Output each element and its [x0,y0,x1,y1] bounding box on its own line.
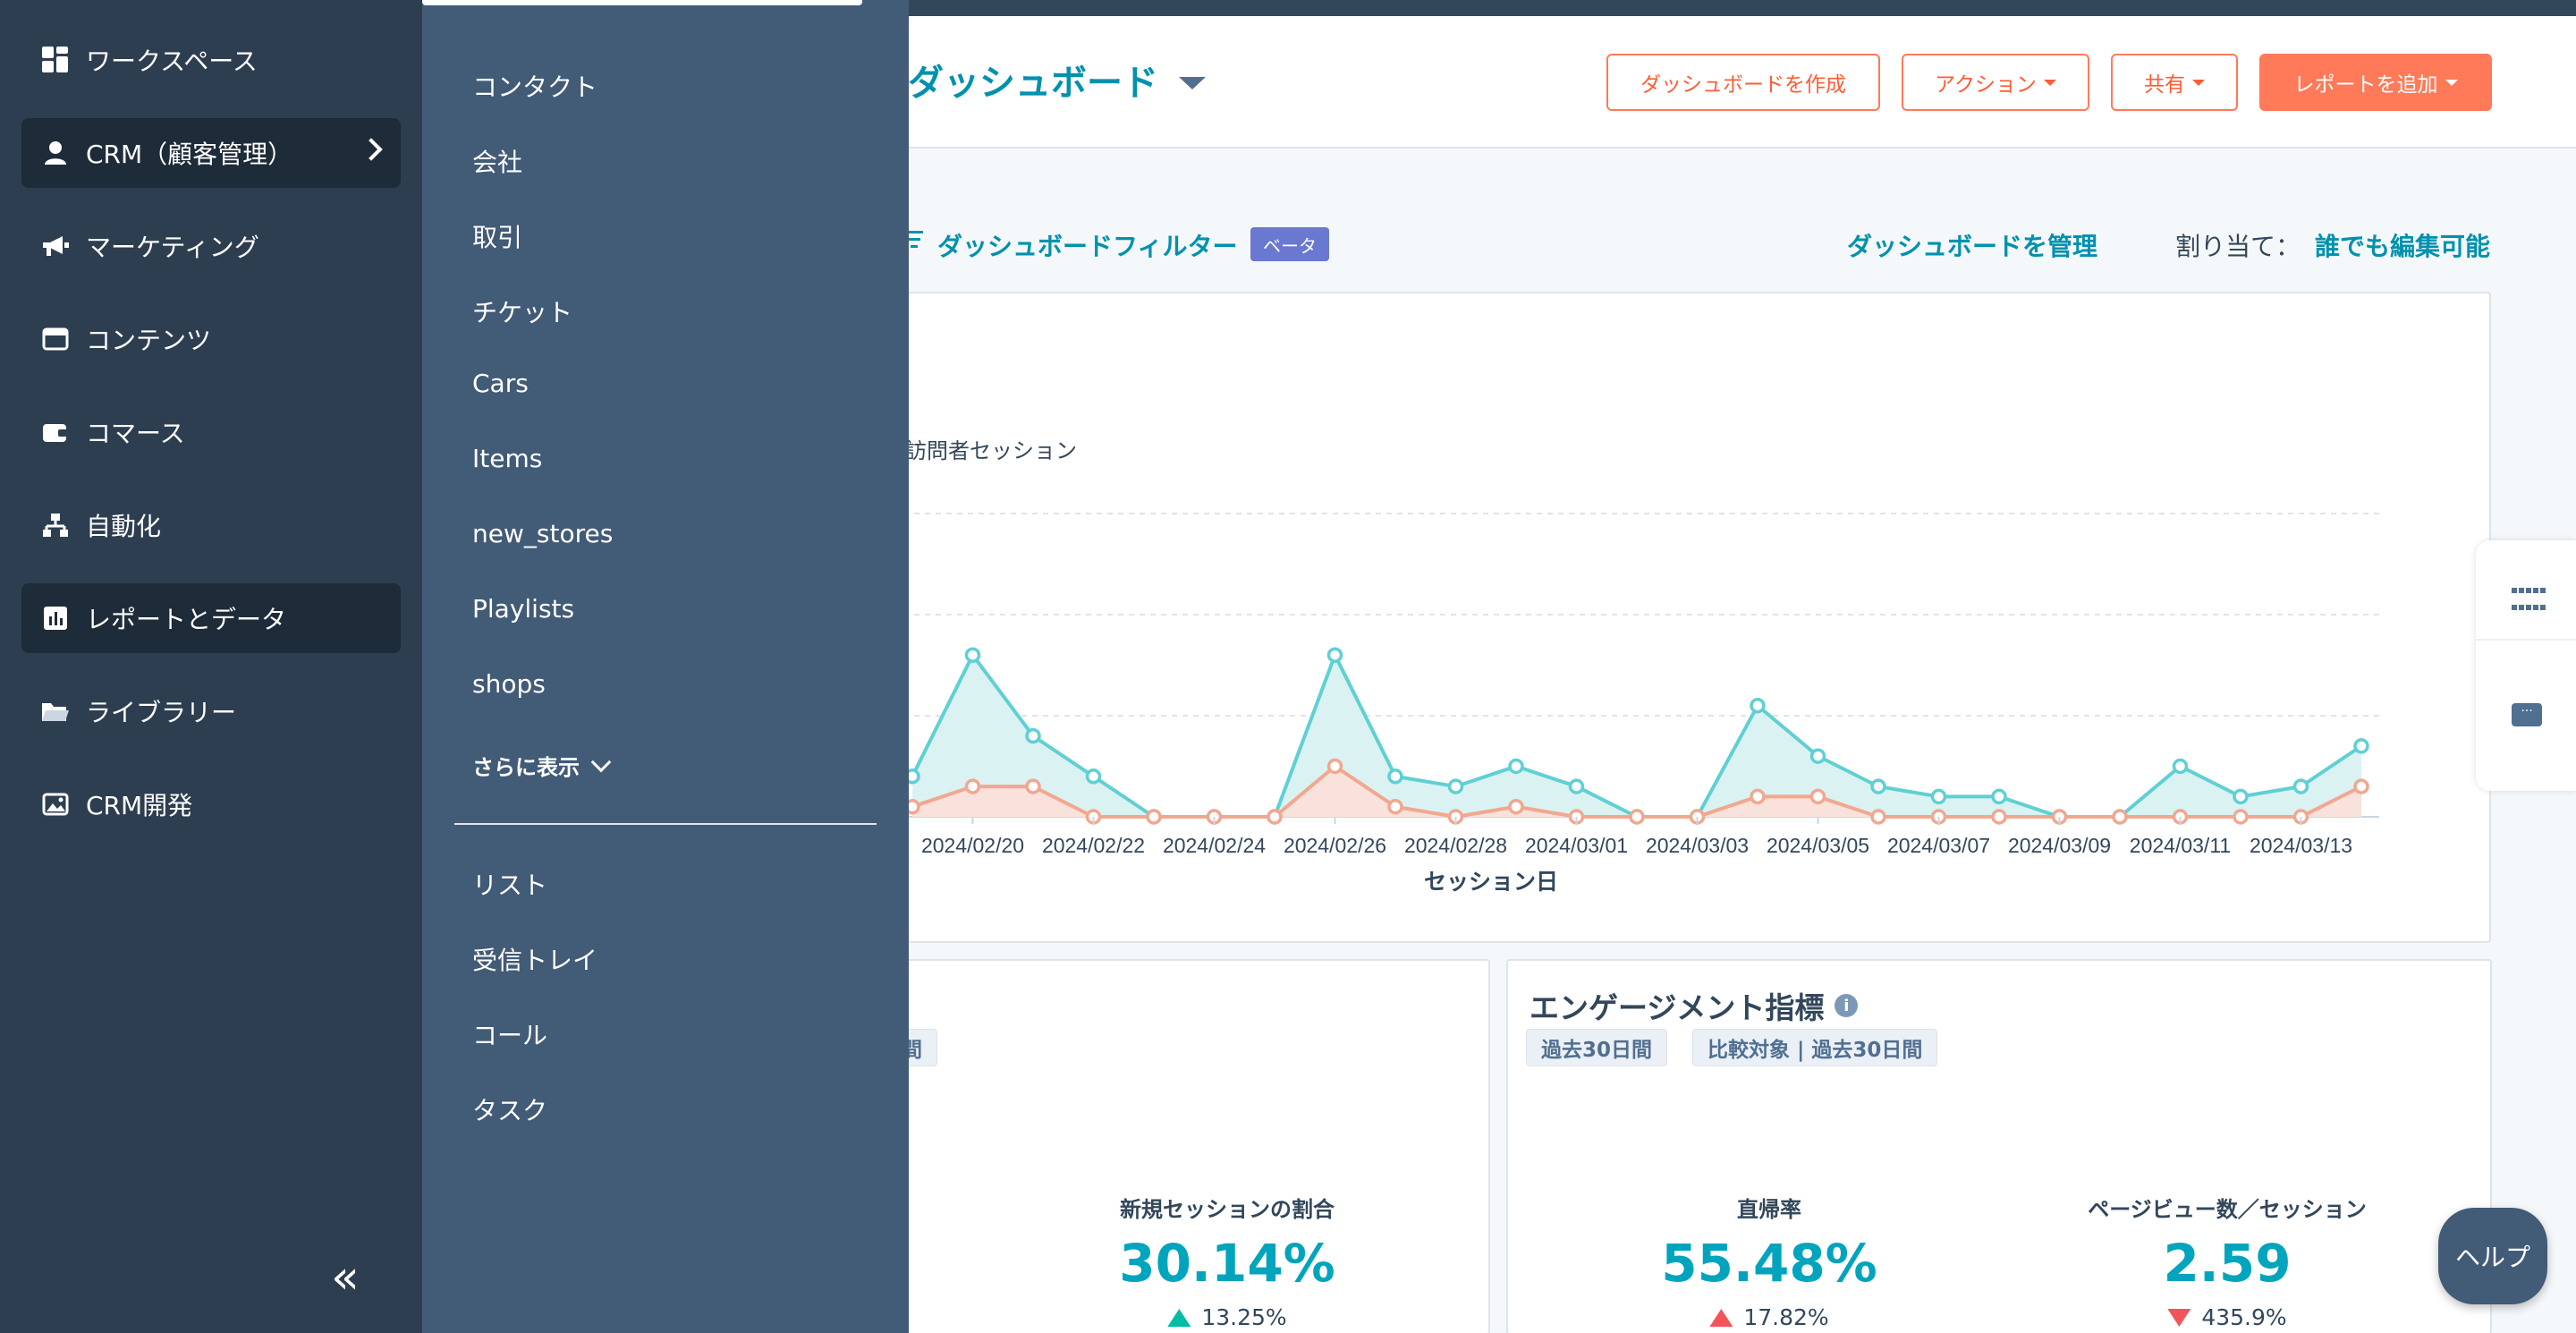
flyout-item-deals[interactable]: 取引 [472,218,522,254]
flyout-item-tasks[interactable]: タスク [472,1091,547,1127]
stat-change: 17.82% [1709,1304,1829,1330]
date-range-chip: 過去30日間 [1526,1029,1668,1066]
flyout-item-tickets[interactable]: チケット [472,293,572,329]
add-report-label: レポートを追加 [2293,73,2438,97]
stat-label: ページビュー数／セッション [2088,1197,2367,1222]
stat-change-value: 17.82% [1743,1304,1829,1330]
dashboard-filter-button[interactable]: ダッシュボードフィルター [937,227,1237,263]
main-sidebar: ワークスペース CRM（顧客管理） マーケティング コンテンツ コマース 自動化 [0,0,422,1333]
stat-value: 55.48% [1661,1233,1877,1294]
engagement-title: エンゲージメント指標 i [1530,984,1859,1027]
sidebar-item-label: コマース [86,419,185,448]
crm-flyout-menu [422,0,909,1333]
sidebar-item-marketing[interactable]: マーケティング [21,211,401,281]
window-icon [41,325,70,353]
stat-value: 2.59 [2163,1233,2292,1294]
caret-down-icon [2445,79,2458,86]
grid-icon [41,46,70,74]
megaphone-icon [41,232,70,260]
comparison-chip: 比較対象 | 過去30日間 [1692,1029,1938,1066]
bar-chart-icon [41,604,70,633]
create-dashboard-label: ダッシュボードを作成 [1640,73,1846,97]
workflow-icon [41,511,70,539]
dashboard-switch-caret-icon[interactable] [1179,77,1206,89]
sidebar-item-content[interactable]: コンテンツ [21,304,401,374]
sidebar-item-label: ワークスペース [86,47,258,76]
sidebar-item-label: ライブラリー [86,698,237,727]
chat-icon[interactable]: ··· [2512,703,2542,726]
flyout-item-cars[interactable]: Cars [472,369,529,398]
sidebar-item-label: 自動化 [86,512,162,541]
chart-legend-partial: 訪問者セッション [905,438,1077,463]
sessions-chart-card [877,292,2491,943]
stat-change-value: 435.9% [2201,1304,2287,1330]
flyout-divider [454,823,877,825]
flyout-top-edge [422,0,862,5]
show-more-label: さらに表示 [472,755,580,780]
manage-dashboards-link[interactable]: ダッシュボードを管理 [1847,227,2097,263]
side-tools-panel [2476,540,2576,791]
show-more-button[interactable]: さらに表示 [472,750,612,781]
sidebar-item-commerce[interactable]: コマース [21,397,401,467]
stat-label: 直帰率 [1737,1197,1801,1222]
sidebar-item-label: コンテンツ [86,326,212,355]
sidebar-item-reports[interactable]: レポートとデータ [21,583,401,653]
sidebar-item-label: レポートとデータ [86,605,287,634]
stat-label: 新規セッションの割合 [1120,1197,1335,1222]
share-label: 共有 [2144,73,2185,97]
actions-button[interactable]: アクション [1902,54,2089,111]
flyout-item-contacts[interactable]: コンタクト [472,68,597,104]
stat-value: 30.14% [1119,1233,1335,1294]
info-icon[interactable]: i [1835,994,1859,1017]
sidebar-item-automation[interactable]: 自動化 [21,490,401,560]
create-dashboard-button[interactable]: ダッシュボードを作成 [1606,54,1880,111]
apps-grid-icon[interactable] [2512,582,2551,610]
help-button[interactable]: ヘルプ [2438,1208,2547,1304]
chart-x-axis-label: セッション日 [1424,869,1559,895]
assign-label: 割り当て： [2175,232,2301,261]
trend-up-icon [1167,1308,1191,1327]
wallet-icon [41,418,70,446]
flyout-item-new-stores[interactable]: new_stores [472,519,613,548]
flyout-item-calls[interactable]: コール [472,1016,547,1052]
sidebar-item-crm-dev[interactable]: CRM開発 [21,769,401,839]
folder-icon [41,697,70,726]
sidebar-item-label: CRM（顧客管理） [86,140,293,169]
flyout-item-playlists[interactable]: Playlists [472,594,574,624]
sidebar-item-crm[interactable]: CRM（顧客管理） [21,118,401,188]
actions-label: アクション [1935,73,2037,97]
sidebar-item-workspace[interactable]: ワークスペース [21,25,401,95]
stat-change-value: 13.25% [1201,1304,1287,1330]
person-icon [41,139,70,167]
beta-badge: ベータ [1250,227,1329,261]
share-button[interactable]: 共有 [2111,54,2238,111]
caret-down-icon [2192,79,2205,86]
side-tools-divider [2476,639,2576,641]
flyout-item-shops[interactable]: shops [472,669,546,699]
engagement-title-text: エンゲージメント指標 [1530,990,1825,1025]
flyout-item-items[interactable]: Items [472,444,542,473]
chevron-right-icon [360,138,383,161]
flyout-item-companies[interactable]: 会社 [472,143,522,179]
collapse-sidebar-icon[interactable]: « [331,1254,360,1301]
stat-change: 435.9% [2167,1304,2287,1330]
flyout-item-lists[interactable]: リスト [472,866,547,902]
sidebar-item-library[interactable]: ライブラリー [21,676,401,746]
assign-value-link[interactable]: 誰でも編集可能 [2315,227,2490,263]
trend-down-icon [2167,1308,2191,1327]
flyout-item-inbox[interactable]: 受信トレイ [472,941,597,977]
dashboard-title[interactable]: ダッシュボード [908,54,1158,106]
add-report-button[interactable]: レポートを追加 [2259,54,2492,111]
caret-down-icon [2043,79,2056,86]
chevron-down-icon [590,751,612,772]
sidebar-item-label: マーケティング [86,233,259,262]
image-icon [41,790,70,819]
stat-change: 13.25% [1167,1304,1287,1330]
sidebar-item-label: CRM開発 [86,791,193,820]
trend-up-icon [1709,1308,1733,1327]
